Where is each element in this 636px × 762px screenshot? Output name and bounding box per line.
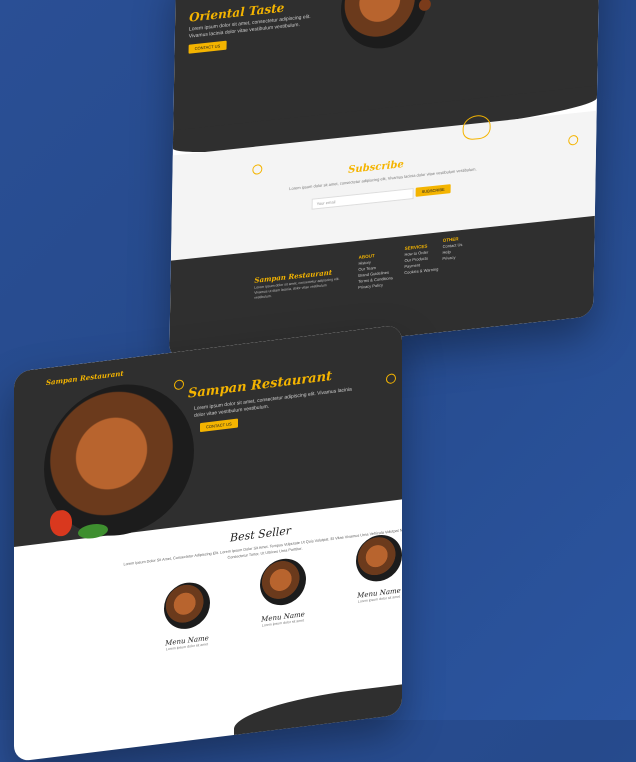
subscribe-title: Subscribe	[348, 159, 404, 176]
menu-card[interactable]: Menu Name Lorem ipsum dolor sit amet	[248, 555, 318, 630]
menu-dish-image	[164, 579, 210, 632]
footer-column-other: OTHER Contact Us Help Privacy	[442, 236, 462, 262]
footer-column-services: SERVICES How to Order Our Products Payme…	[404, 242, 439, 276]
bottom-page-mockup: Sampan Restaurant Sampan Restaurant Lore…	[14, 324, 402, 762]
decor-icon	[568, 134, 579, 146]
decor-icon	[252, 163, 263, 175]
decor-icon	[174, 379, 184, 391]
brand-logo: Sampan Restaurant	[46, 368, 124, 388]
spice-bowl-image	[418, 0, 432, 12]
menu-card[interactable]: Menu Name Lorem ipsum dolor sit amet	[344, 531, 402, 606]
brush-stroke-divider	[234, 680, 402, 745]
subscribe-button[interactable]: SUBSCRIBE	[415, 184, 451, 197]
top-page-mockup: Oriental Taste Lorem ipsum dolor sit ame…	[169, 0, 600, 361]
footer-column-about: ABOUT History Our Team Brand Guidelines …	[358, 251, 393, 291]
decor-icon	[386, 373, 396, 385]
contact-button[interactable]: CONTACT US	[200, 418, 238, 433]
menu-dish-image	[260, 556, 306, 608]
menu-dish-image	[356, 532, 402, 585]
food-plate-image	[340, 0, 428, 53]
email-input[interactable]: Your email	[311, 187, 414, 210]
footer-link[interactable]: Privacy	[442, 254, 462, 262]
section-title: Best Seller	[230, 523, 292, 545]
pepper-image	[50, 508, 72, 538]
menu-card[interactable]: Menu Name Lorem ipsum dolor sit amet	[152, 578, 222, 653]
contact-button[interactable]: CONTACT US	[188, 40, 227, 54]
hero-section: Sampan Restaurant Sampan Restaurant Lore…	[14, 324, 402, 547]
